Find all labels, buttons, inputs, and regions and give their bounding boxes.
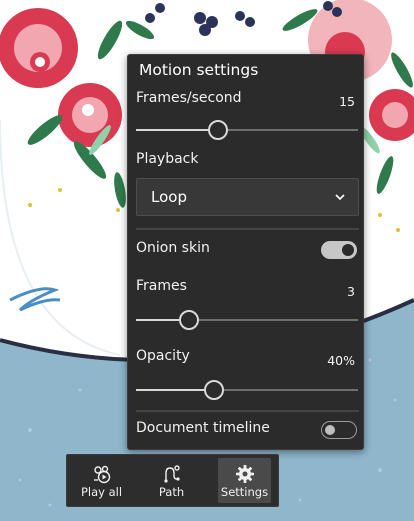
- frames-slider[interactable]: [136, 310, 358, 330]
- frames-per-second-slider[interactable]: [136, 120, 358, 140]
- opacity-slider[interactable]: [136, 380, 358, 400]
- slider-fill: [136, 129, 219, 131]
- path-label: Path: [158, 485, 185, 499]
- section-divider: [136, 410, 359, 412]
- path-button[interactable]: Path: [145, 458, 198, 503]
- playback-dropdown[interactable]: Loop: [136, 178, 359, 216]
- play-all-button[interactable]: Play all: [75, 458, 128, 503]
- gear-icon: [235, 465, 254, 483]
- opacity-value: 40%: [327, 353, 355, 368]
- section-divider: [136, 228, 359, 230]
- frames-value: 3: [347, 284, 355, 299]
- frames-label: Frames: [136, 278, 187, 294]
- onion-skin-label: Onion skin: [136, 240, 210, 256]
- slider-fill: [136, 389, 214, 391]
- path-icon: [163, 465, 180, 483]
- chevron-down-icon: [335, 194, 345, 201]
- playback-label: Playback: [136, 151, 199, 167]
- opacity-label: Opacity: [136, 348, 190, 364]
- settings-label: Settings: [220, 485, 269, 499]
- frames-per-second-label: Frames/second: [136, 90, 242, 106]
- play-all-icon: [93, 465, 110, 484]
- settings-button[interactable]: Settings: [218, 458, 271, 503]
- toggle-knob: [342, 244, 354, 256]
- toggle-knob: [325, 424, 335, 435]
- slider-thumb[interactable]: [203, 380, 224, 400]
- play-all-label: Play all: [80, 485, 123, 499]
- slider-thumb[interactable]: [179, 310, 200, 330]
- panel-title: Motion settings: [139, 61, 259, 79]
- document-timeline-toggle[interactable]: [321, 421, 357, 439]
- motion-settings-panel: Motion settings Frames/second 15 Playbac…: [127, 54, 364, 450]
- motion-toolbar: Play all Path Settings: [66, 454, 279, 507]
- document-timeline-label: Document timeline: [136, 420, 270, 436]
- slider-thumb[interactable]: [208, 120, 229, 140]
- onion-skin-toggle[interactable]: [321, 241, 357, 259]
- playback-selected-value: Loop: [151, 188, 187, 206]
- frames-per-second-value: 15: [339, 94, 355, 109]
